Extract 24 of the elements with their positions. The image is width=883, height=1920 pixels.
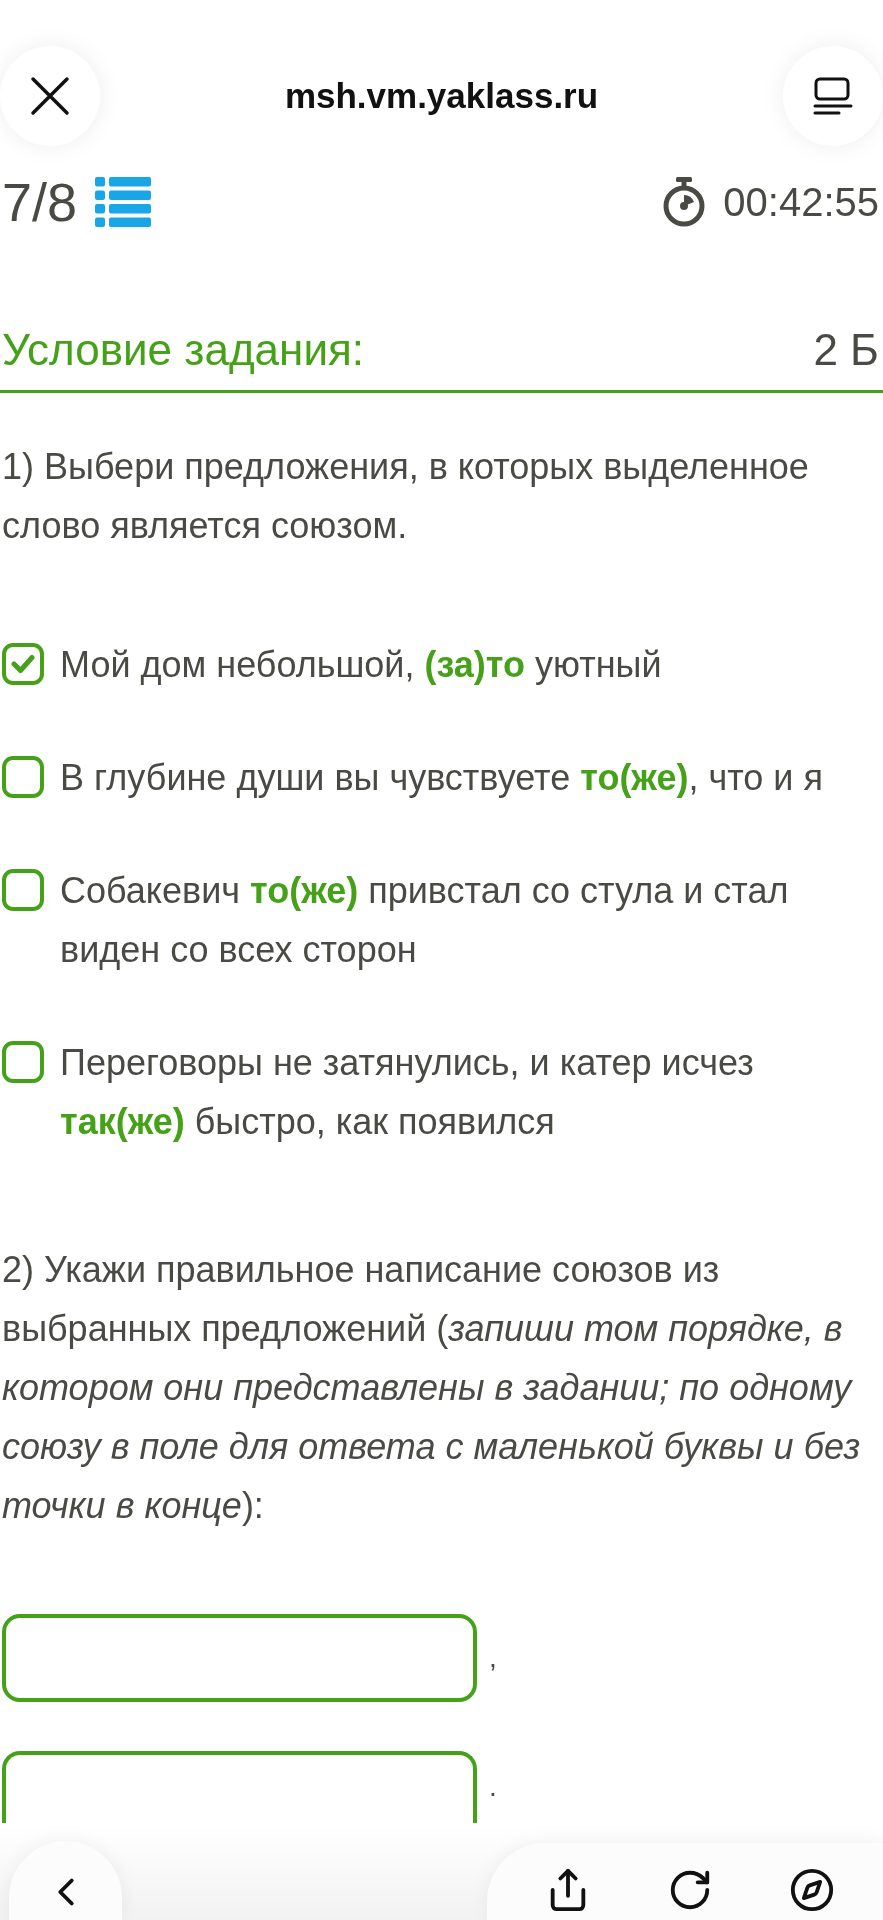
option-text: Мой дом небольшой, (за)то уютный — [60, 643, 662, 687]
url-text[interactable]: msh.vm.yaklass.ru — [100, 69, 783, 123]
checkbox[interactable] — [2, 1041, 44, 1083]
check-icon — [11, 654, 35, 674]
question-text: 2) Укажи правильное написание союзов из выбранных предложений (запиши том порядке, в котором они представлены в задании; по одному союзу в поле для ответа с маленькой буквы и без точки в конце): — [2, 1248, 862, 1528]
checkbox[interactable] — [2, 756, 44, 798]
option-text: В глубине души вы чувствуете то(же), что и я — [60, 756, 823, 800]
question-text: 1) Выбери предложения, в которых выделенное слово является союзом. — [2, 445, 810, 548]
answer-field[interactable] — [2, 1614, 477, 1702]
separator-text: . — [489, 1773, 497, 1801]
question-counter: 7/8 — [2, 175, 78, 229]
option-text: Собакевич то(же) привстал со стула и стал виден со всех сторон — [60, 869, 790, 972]
timer-text: 00:42:55 — [723, 182, 879, 222]
task-heading: Условие задания: — [2, 324, 364, 376]
checkbox[interactable] — [2, 869, 44, 911]
page-menu-icon — [813, 77, 853, 115]
answer-field[interactable] — [2, 1751, 477, 1823]
checkbox[interactable] — [2, 643, 44, 685]
points-text: 2 Б — [813, 324, 879, 376]
compass-icon[interactable] — [789, 1867, 835, 1913]
separator-text: , — [489, 1644, 497, 1672]
option-text: Переговоры не затянулись, и катер исчез так(же) быстро, как появился — [60, 1041, 755, 1144]
list-icon[interactable] — [95, 177, 152, 227]
close-icon — [30, 76, 70, 116]
